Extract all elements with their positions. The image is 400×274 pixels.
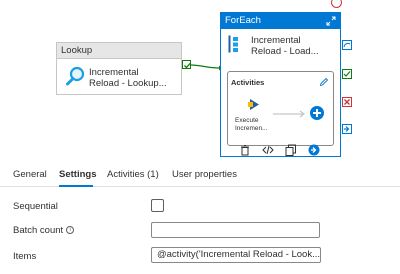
error-indicator-icon: [331, 0, 342, 8]
active-tab-indicator: [59, 185, 93, 187]
inner-activity-name-line1: Execute: [235, 117, 259, 124]
activities-label: Activities: [231, 78, 265, 87]
trash-icon[interactable]: [239, 144, 251, 156]
node-toolbar: [239, 144, 339, 156]
inner-arrow: [273, 110, 305, 118]
batch-count-label: Batch count: [13, 225, 64, 236]
pipeline-canvas[interactable]: Lookup Incremental Reload - Lookup... Fo…: [0, 0, 400, 158]
add-activity-button[interactable]: [310, 106, 324, 120]
foreach-icon: [228, 35, 238, 53]
pencil-icon[interactable]: [319, 77, 329, 87]
lookup-activity-name-line2: Reload - Lookup...: [89, 78, 167, 89]
foreach-activity-node[interactable]: ForEach Incremental Reload - Load... Act…: [220, 12, 341, 157]
expand-icon[interactable]: [326, 16, 336, 26]
lookup-node-header: Lookup: [57, 43, 181, 59]
items-input[interactable]: @activity('Incremental Reload - Look...: [151, 247, 321, 263]
foreach-activity-name-line1: Incremental: [251, 35, 301, 46]
execute-pipeline-icon: [248, 99, 259, 110]
foreach-node-header: ForEach: [221, 13, 340, 29]
items-label: Items: [13, 251, 37, 262]
inner-activities-container[interactable]: Activities Execute Incremen...: [227, 71, 334, 146]
batch-count-label-row: Batch count i: [13, 225, 75, 236]
arrow-right-icon[interactable]: [308, 144, 320, 156]
success-check-icon[interactable]: [342, 69, 352, 79]
inner-activity-name-line2: Incremen...: [235, 125, 268, 132]
copy-icon[interactable]: [285, 144, 297, 156]
sequential-checkbox[interactable]: [151, 199, 164, 212]
failure-x-icon[interactable]: [342, 97, 352, 107]
tab-user-properties[interactable]: User properties: [172, 169, 237, 180]
magnifier-icon: [66, 66, 85, 86]
code-icon[interactable]: [262, 144, 274, 156]
foreach-activity-name-line2: Reload - Load...: [251, 46, 319, 57]
tab-settings[interactable]: Settings: [59, 169, 96, 180]
lookup-activity-name-line1: Incremental: [89, 67, 139, 78]
lookup-activity-node[interactable]: Lookup Incremental Reload - Lookup...: [56, 42, 182, 95]
success-connector[interactable]: [190, 60, 222, 74]
completion-arrow-icon[interactable]: [342, 124, 352, 134]
info-icon[interactable]: i: [66, 226, 75, 234]
sequential-label: Sequential: [13, 201, 58, 212]
tab-general[interactable]: General: [13, 169, 47, 180]
batch-count-input[interactable]: [151, 222, 320, 238]
tab-activities[interactable]: Activities (1): [107, 169, 159, 180]
properties-tabs: General Settings Activities (1) User pro…: [0, 163, 400, 187]
skipped-output-icon[interactable]: [342, 40, 352, 50]
